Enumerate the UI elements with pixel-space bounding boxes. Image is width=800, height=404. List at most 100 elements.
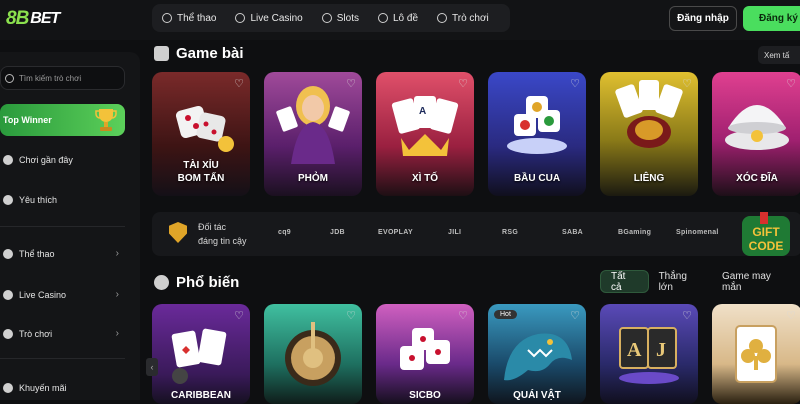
search-box[interactable] [0,66,125,90]
main-nav: Thể thao Live Casino Slots Lô đề Trò chơ… [152,4,510,32]
game-card-title: CARIBBEAN [171,390,231,401]
sidebar-divider [0,358,125,359]
clubs-card-illustration [735,325,777,383]
sidebar-item-promotions[interactable]: Khuyến mãi [0,378,125,398]
heart-icon[interactable]: ♡ [458,309,468,322]
game-card-caribbean[interactable]: ♡ CARIBBEAN [152,304,250,404]
search-icon [5,73,14,83]
sidebar-item-label: Yêu thích [19,195,58,205]
slots-icon [321,13,332,23]
game-card-bau-cua[interactable]: ♡ BẦU CUA [488,72,586,196]
soccer-ball-icon [162,13,172,23]
nav-label: Trò chơi [452,12,489,24]
game-card-title: PHỎM [298,173,328,184]
game-card-title: XÓC ĐĨA [736,173,778,184]
nav-item-sports[interactable]: Thể thao [162,13,216,24]
game-card-title: LIÊNG [633,173,665,184]
nav-item-live-casino[interactable]: Live Casino [235,12,303,24]
nav-label: Live Casino [250,12,303,24]
partner-logo-jdb[interactable]: JDB [330,229,345,236]
sidebar-divider [0,226,125,227]
svg-text:A: A [419,106,426,117]
sicbo-dice-illustration [400,328,450,370]
game-card-tai-xiu[interactable]: ♡ TÀI XỈU BOM TẤN [152,72,250,196]
cards-icon [154,46,169,61]
see-all-button[interactable]: Xem tấ [758,46,800,64]
game-card-title: BẦU CUA [513,173,561,184]
sidebar-item-label: Khuyến mãi [19,383,67,393]
roulette-illustration [285,322,341,386]
top-winner-banner[interactable]: Top Winner [0,104,125,136]
partner-logo-evoplay[interactable]: EVOPLAY [378,229,413,236]
nav-item-lottery[interactable]: Lô đề [377,13,418,24]
caribbean-cards-illustration [171,328,227,384]
carousel-prev-button[interactable]: ‹ [146,358,158,376]
logo[interactable]: 8B BET [6,8,60,30]
top-bar: 8B BET Thể thao Live Casino Slots Lô đề … [0,0,800,40]
partners-bar: Đối tác đáng tin cậy cq9 JDB EVOPLAY JIL… [152,212,800,256]
search-input[interactable] [19,73,119,83]
logo-number: 8B [6,8,29,29]
chip-icon [235,13,246,23]
svg-text:J: J [656,339,666,361]
bau-cua-dice-illustration [507,96,567,154]
lottery-icon [377,13,388,23]
sidebar-item-sports[interactable]: Thể thao › [0,244,125,264]
partner-logo-jili[interactable]: JILI [448,229,461,236]
partner-logo-bgaming[interactable]: BGaming [618,229,651,236]
gamepad-icon [437,13,448,23]
heart-icon[interactable]: ♡ [786,309,796,322]
game-card-sicbo[interactable]: ♡ SICBO [376,304,474,404]
partners-label: Đối tác đáng tin cậy [198,220,247,248]
nav-item-slots[interactable]: Slots [321,13,359,24]
heart-icon[interactable]: ♡ [570,77,580,90]
tab-lucky-games[interactable]: Game may mắn [712,270,800,293]
game-card-roulette[interactable]: ♡ [264,304,362,404]
tab-all[interactable]: Tất cả [600,270,649,293]
gift-code-text-1: GIFT [752,225,780,239]
svg-text:A: A [627,339,642,361]
chevron-right-icon: › [115,248,119,259]
partner-logo-spinomenal[interactable]: Spinomenal [676,229,719,236]
section-title-popular: Phổ biến [154,274,239,291]
cards-crown-illustration: A [391,96,459,156]
gamepad-icon [3,329,13,339]
partner-logo-rsg[interactable]: RSG [502,229,518,236]
game-card-subtitle: BOM TẤN [177,173,225,184]
sidebar-item-label: Chơi gần đây [19,155,73,165]
chevron-right-icon: › [115,328,119,339]
heart-icon[interactable]: ♡ [234,309,244,322]
partner-logo-cq9[interactable]: cq9 [278,229,291,236]
tab-big-wins[interactable]: Thắng lớn [649,270,712,293]
nav-item-games[interactable]: Trò chơi [437,13,489,24]
sidebar-item-label: Live Casino [19,290,67,300]
heart-icon[interactable]: ♡ [234,77,244,90]
partner-logo-saba[interactable]: SABA [562,229,583,236]
sidebar-item-recent[interactable]: Chơi gần đây [0,150,125,170]
login-button[interactable]: Đăng nhập [669,6,737,31]
register-button[interactable]: Đăng ký [743,6,800,31]
sidebar-item-live-casino[interactable]: Live Casino › [0,285,125,305]
popular-tabs: Tất cả Thắng lớn Game may mắn [600,270,800,293]
gift-code-badge[interactable]: GIFT CODE [738,212,794,260]
game-card-clubs[interactable]: ♡ [712,304,800,404]
heart-icon[interactable]: ♡ [458,77,468,90]
hot-badge: Hot [494,310,517,319]
woman-illustration [276,86,350,164]
game-card-xoc-dia[interactable]: ♡ XÓC ĐĨA [712,72,800,196]
gift-code-text-2: CODE [749,239,784,253]
shield-check-icon [169,222,187,243]
game-card-xi-to[interactable]: ♡ A XÌ TỐ [376,72,474,196]
game-card-title: SICBO [409,390,441,401]
heart-icon [3,195,13,205]
aj-cards-illustration: A J [619,327,679,384]
game-card-quai-vat[interactable]: Hot ♡ QUÁI VẬT [488,304,586,404]
gift-icon [3,383,13,393]
sidebar-item-games[interactable]: Trò chơi › [0,324,125,344]
game-card-lieng[interactable]: ♡ LIÊNG [600,72,698,196]
game-card-phom[interactable]: ♡ PHỎM [264,72,362,196]
game-card-aj[interactable]: ♡ A J [600,304,698,404]
section-title-text: Game bài [176,45,244,62]
xoc-dia-bowl-illustration [725,105,789,150]
sidebar-item-favorites[interactable]: Yêu thích [0,190,125,210]
